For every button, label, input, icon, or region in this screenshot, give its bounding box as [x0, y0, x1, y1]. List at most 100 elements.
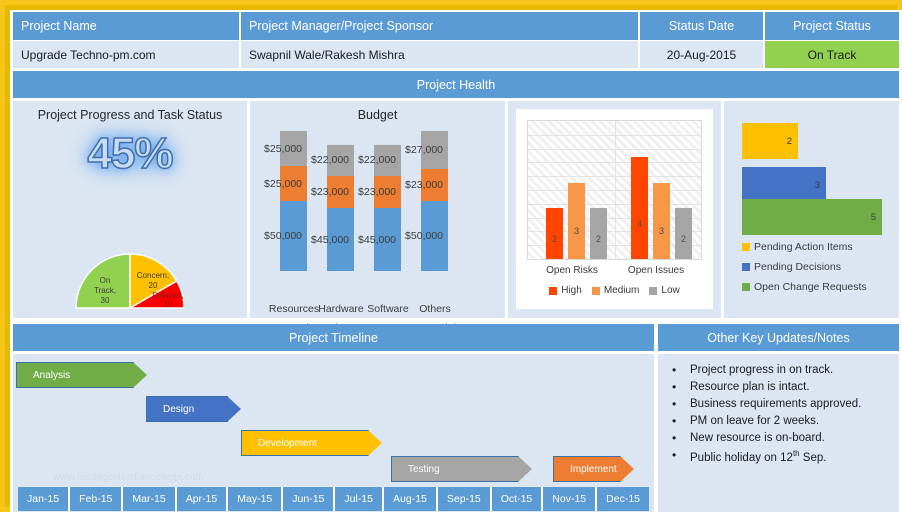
budget-category-label: Others	[419, 303, 451, 315]
budget-bar-column: $27,000 $23,000 $50,000	[405, 131, 448, 271]
risk-bar-value: 3	[658, 226, 665, 237]
risk-category-label: Open Issues	[627, 265, 685, 276]
risk-legend-item: High	[549, 285, 582, 296]
budget-bar-segment-planned: $45,000	[311, 208, 354, 271]
budget-bar-segment-planned: $50,000	[264, 201, 307, 271]
risk-legend-label: Medium	[603, 285, 640, 296]
timeline-arrow-icon	[227, 396, 241, 422]
gauge-label-on-track-3: 30	[101, 296, 110, 305]
action-legend-label: Open Change Requests	[754, 281, 867, 293]
budget-bar-segment-planned: $45,000	[358, 208, 401, 271]
column-header-project-name: Project Name	[13, 12, 241, 40]
legend-swatch-icon	[742, 283, 750, 291]
timeline-month-cell: Oct-15	[491, 487, 544, 511]
column-header-status-date: Status Date	[640, 12, 765, 40]
timeline-bar-label: Analysis	[33, 369, 71, 381]
timeline-month-cell: Mar-15	[123, 487, 177, 511]
risk-legend-item: Low	[649, 285, 680, 296]
risk-category-label: Open Risks	[546, 265, 598, 276]
risk-bar-value: 3	[573, 226, 580, 237]
action-bar-value: 5	[870, 211, 876, 223]
status-badge: On Track	[765, 41, 899, 68]
timeline-month-cell: Apr-15	[176, 487, 229, 511]
value-project-name: Upgrade Techno-pm.com	[13, 41, 241, 68]
legend-swatch-icon	[742, 263, 750, 271]
timeline-month-cell: Jul-15	[335, 487, 385, 511]
note-item: PM on leave for 2 weeks.	[668, 414, 891, 428]
legend-swatch-icon	[549, 286, 558, 295]
legend-swatch-icon	[742, 243, 750, 251]
gauge-label-on-track-1: On	[100, 276, 111, 285]
timeline-month-cell: Jan-15	[18, 487, 71, 511]
budget-segment-label: $23,000	[311, 185, 350, 198]
panel-timeline: Analysis Design Development Testing Implemen…	[13, 354, 654, 512]
gauge-label-concern-2: 20	[149, 281, 158, 290]
timeline-month-cell: Dec-15	[597, 487, 650, 511]
budget-segment-label: $45,000	[311, 233, 350, 246]
budget-segment-label: $45,000	[358, 233, 397, 246]
value-status-date: 20-Aug-2015	[640, 41, 765, 68]
budget-segment-label: $22,000	[311, 154, 350, 167]
budget-bar-segment-remaining: $22,000	[358, 145, 401, 176]
action-bar-pending-decisions: 3	[742, 167, 826, 203]
budget-bar-column: $25,000 $25,000 $50,000	[264, 131, 307, 271]
timeline-arrow-icon	[620, 456, 634, 482]
timeline-bar-label: Implement	[570, 463, 617, 475]
action-legend-item: Open Change Requests	[742, 281, 867, 293]
budget-segment-label: $23,000	[405, 178, 444, 191]
budget-bar-column: $22,000 $23,000 $45,000	[311, 145, 354, 271]
budget-segment-label: $50,000	[264, 230, 303, 242]
panel-notes: Project progress in on track. Resource pl…	[658, 354, 899, 512]
section-header-other-key-updates: Other Key Updates/Notes	[658, 324, 899, 351]
gauge-label-on-track-2: Track,	[94, 286, 116, 295]
budget-segment-label: $23,000	[358, 185, 397, 198]
panel-project-progress: Project Progress and Task Status 45% On …	[13, 101, 247, 318]
budget-panel-title: Budget	[357, 108, 398, 122]
risk-bar-medium: 3	[653, 182, 670, 259]
timeline-bar-testing[interactable]: Testing	[391, 456, 532, 482]
action-bar-pending-action-items: 2	[742, 123, 798, 159]
action-bar-open-change-requests: 5	[742, 199, 882, 235]
budget-bar-segment-spent: $25,000	[264, 166, 307, 201]
timeline-bar-development[interactable]: Development	[241, 430, 382, 456]
timeline-bar-label: Design	[163, 403, 195, 415]
budget-segment-label: $25,000	[264, 142, 303, 155]
progress-panel-title: Project Progress and Task Status	[37, 108, 223, 122]
budget-bar-segment-planned: $50,000	[405, 201, 448, 271]
timeline-arrow-icon	[518, 456, 532, 482]
legend-swatch-icon	[591, 286, 600, 295]
action-legend-label: Pending Action Items	[754, 241, 853, 253]
action-legend-label: Pending Decisions	[754, 261, 841, 273]
gauge-label-delayed-2: 10	[164, 300, 173, 309]
timeline-arrow-icon	[133, 362, 147, 388]
timeline-month-cell: Feb-15	[70, 487, 124, 511]
risk-legend-label: High	[561, 285, 582, 296]
risks-issues-chart-card: 2 3 2 4 3 2 Open Risks Open Issues High Medium L…	[516, 109, 713, 309]
timeline-month-axis: Jan-15 Feb-15 Mar-15 Apr-15 May-15 Jun-15 Jul-…	[18, 487, 650, 511]
budget-segment-label: $50,000	[405, 230, 444, 242]
note-item: Public holiday on 12th Sep.	[668, 448, 891, 464]
task-status-gauge-chart: On Track, 30 Concern, 20 Delayed, 10	[74, 252, 186, 310]
action-items-legend: Pending Action Items Pending Decisions Ope…	[742, 241, 867, 301]
risk-legend-label: Low	[661, 285, 680, 296]
panel-action-items: 2 3 5 Pending Action Items Pending Decision…	[724, 101, 899, 318]
risks-issues-legend: High Medium Low	[516, 285, 713, 296]
budget-segment-label: $25,000	[264, 177, 303, 190]
value-manager-sponsor: Swapnil Wale/Rakesh Mishra	[241, 41, 640, 68]
budget-segment-label: $22,000	[358, 154, 397, 167]
budget-bar-segment-spent: $23,000	[358, 175, 401, 208]
risk-bar-low: 2	[590, 208, 607, 259]
risk-bar-value: 2	[551, 233, 558, 244]
timeline-bar-design[interactable]: Design	[146, 396, 241, 422]
risk-bar-medium: 3	[568, 182, 585, 259]
progress-percent-label: 45%	[87, 128, 175, 179]
budget-bar-segment-remaining: $25,000	[264, 131, 307, 166]
note-item: New resource is on-board.	[668, 431, 891, 445]
timeline-bar-analysis[interactable]: Analysis	[16, 362, 147, 388]
budget-bar-segment-spent: $23,000	[405, 168, 448, 201]
timeline-bar-implement[interactable]: Implement	[553, 456, 634, 482]
timeline-bar-label: Development	[258, 437, 317, 449]
risks-issues-bar-chart: 2 3 2 4 3 2	[527, 120, 702, 260]
risk-bar-value: 2	[680, 233, 687, 244]
timeline-month-cell: Aug-15	[384, 487, 438, 511]
